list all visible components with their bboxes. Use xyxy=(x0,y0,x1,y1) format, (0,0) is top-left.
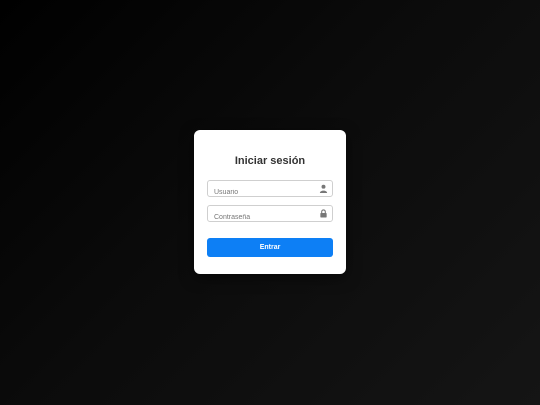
login-title: Iniciar sesión xyxy=(234,155,306,167)
submit-button[interactable]: Entrar xyxy=(207,238,333,257)
password-field[interactable] xyxy=(207,205,333,225)
username-input[interactable] xyxy=(208,185,308,200)
user-icon xyxy=(319,184,328,193)
lock-icon xyxy=(320,209,327,218)
username-field[interactable] xyxy=(207,180,333,200)
password-input[interactable] xyxy=(208,210,308,225)
login-card: Iniciar sesión Entrar xyxy=(194,130,346,274)
